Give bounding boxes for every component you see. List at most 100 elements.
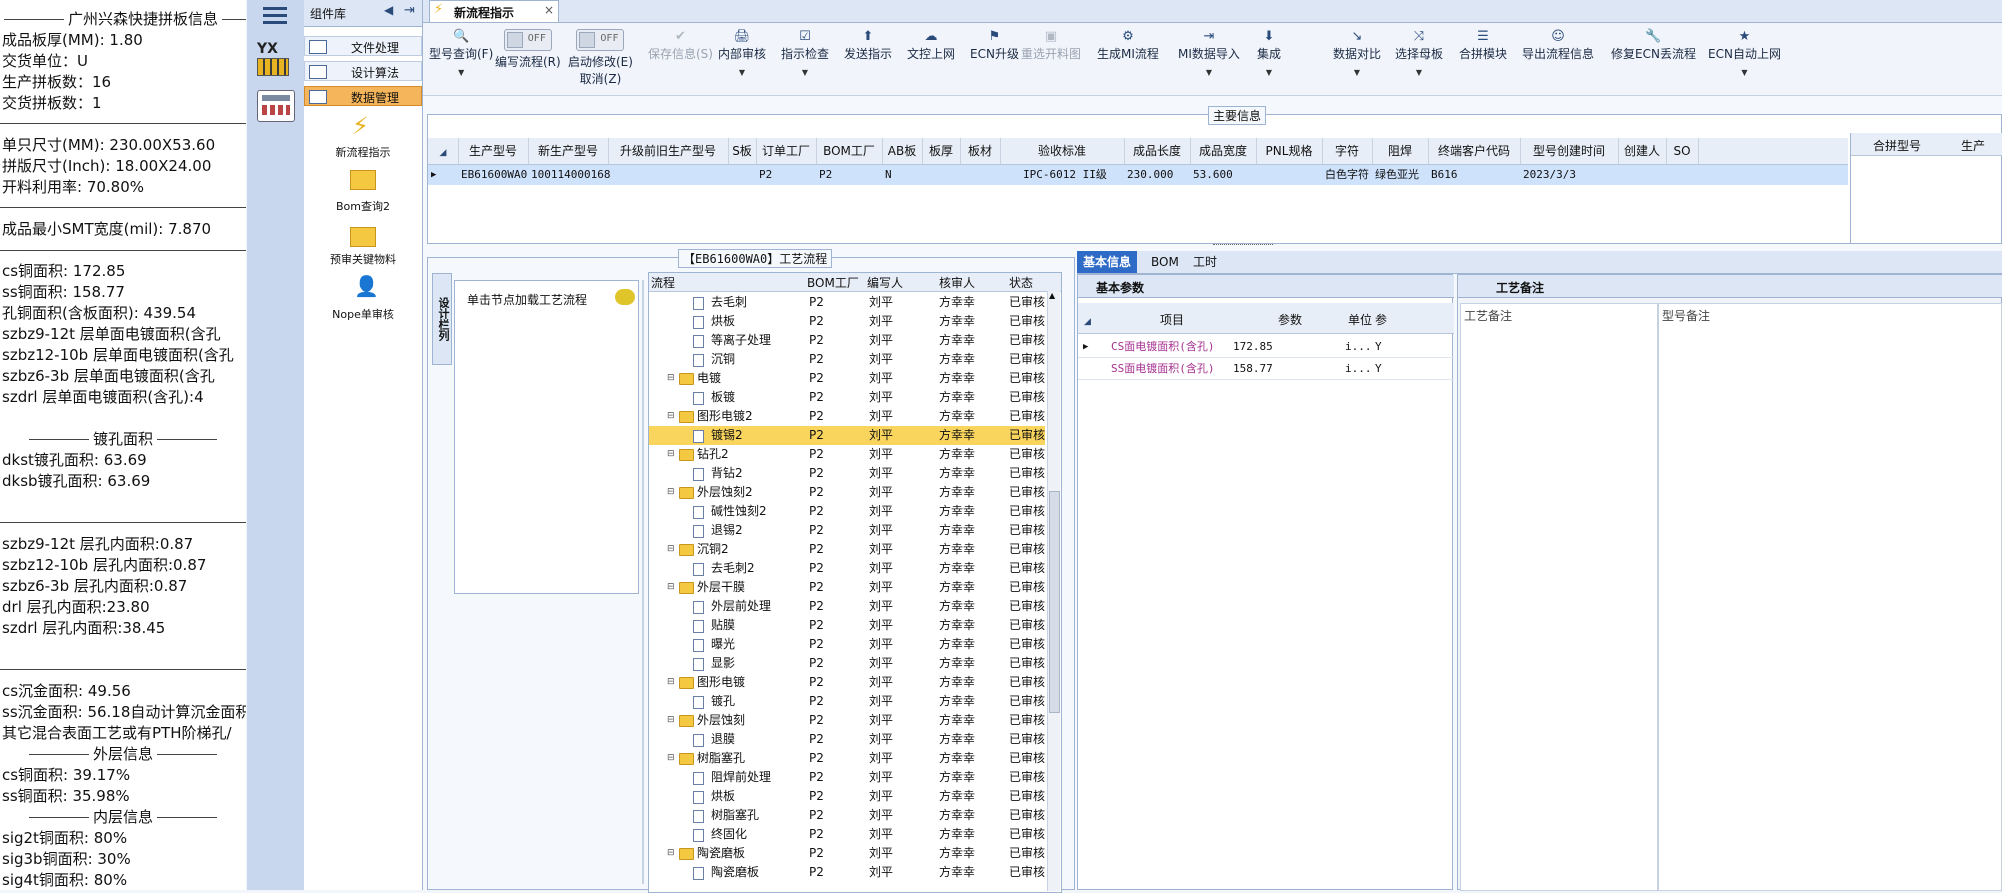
- column-header[interactable]: PNL规格: [1256, 138, 1323, 164]
- tree-row[interactable]: 烘板 P2 刘平 方幸幸 已审核: [649, 787, 1045, 806]
- column-header[interactable]: 板材: [960, 138, 1001, 164]
- splitter[interactable]: [642, 280, 644, 884]
- column-header[interactable]: 项目: [1160, 311, 1184, 328]
- column-header[interactable]: 创建人: [1618, 138, 1667, 164]
- tree-row[interactable]: 去毛刺 P2 刘平 方幸幸 已审核: [649, 293, 1045, 312]
- column-header[interactable]: 字符: [1322, 138, 1373, 164]
- fix-ecn-lost-process-button[interactable]: 🔧 修复ECN丢流程: [1611, 29, 1696, 62]
- table-cell[interactable]: [1666, 165, 1701, 185]
- table-cell[interactable]: [960, 165, 1003, 185]
- table-cell[interactable]: [728, 165, 759, 185]
- column-header[interactable]: 新生产型号: [528, 138, 609, 164]
- table-cell[interactable]: P2: [816, 165, 885, 185]
- model-remark-box[interactable]: 型号备注: [1658, 303, 2002, 891]
- model-query-button[interactable]: 🔍 型号查询(F) ▼: [429, 29, 493, 77]
- column-header[interactable]: SO: [1666, 138, 1699, 164]
- dock-icon[interactable]: ⇥: [404, 3, 415, 18]
- column-header[interactable]: 成品宽度: [1190, 138, 1257, 164]
- table-cell[interactable]: i...: [1342, 359, 1375, 379]
- internal-audit-button[interactable]: 🖨 内部审核 ▼: [718, 29, 766, 77]
- table-cell[interactable]: P2: [756, 165, 819, 185]
- reselect-cutting-chart-button[interactable]: ▣ 重选开料图: [1021, 29, 1081, 62]
- tab-new-process[interactable]: ⚡ 新流程指示 ×: [429, 0, 559, 22]
- table-cell[interactable]: B616: [1428, 165, 1523, 185]
- collapse-icon[interactable]: ⊟: [667, 578, 675, 597]
- vertical-scrollbar[interactable]: ▲: [1047, 291, 1060, 891]
- column-header[interactable]: AB板: [882, 138, 923, 164]
- tab-basic-info[interactable]: 基本信息: [1077, 251, 1138, 273]
- tree-row[interactable]: ⊟ 图形电镀 P2 刘平 方幸幸 已审核: [649, 673, 1045, 692]
- column-header[interactable]: 生产型号: [458, 138, 529, 164]
- table-cell[interactable]: [608, 165, 731, 185]
- column-header[interactable]: 订单工厂: [756, 138, 817, 164]
- collapse-icon[interactable]: ⊟: [667, 749, 675, 768]
- merge-module-button[interactable]: ☰ 合拼模块: [1459, 29, 1507, 62]
- collapse-icon[interactable]: ⊟: [667, 540, 675, 559]
- collapse-icon[interactable]: ⊟: [667, 407, 675, 426]
- item-new-process[interactable]: ⚡ 新流程指示: [304, 110, 422, 160]
- table-cell[interactable]: N: [882, 165, 925, 185]
- tree-row[interactable]: 退锡2 P2 刘平 方幸幸 已审核: [649, 521, 1045, 540]
- tree-row[interactable]: ⊟ 钻孔2 P2 刘平 方幸幸 已审核: [649, 445, 1045, 464]
- table-cell[interactable]: [922, 165, 963, 185]
- mi-data-import-button[interactable]: ⇥ MI数据导入 ▼: [1178, 29, 1240, 77]
- tree-row[interactable]: 阻焊前处理 P2 刘平 方幸幸 已审核: [649, 768, 1045, 787]
- table-cell[interactable]: 172.85: [1230, 337, 1343, 357]
- tree-row[interactable]: ⊟ 外层蚀刻2 P2 刘平 方幸幸 已审核: [649, 483, 1045, 502]
- tree-row[interactable]: 终固化 P2 刘平 方幸幸 已审核: [649, 825, 1045, 844]
- section-data-management[interactable]: 数据管理: [304, 86, 422, 106]
- tree-row[interactable]: 烘板 P2 刘平 方幸幸 已审核: [649, 312, 1045, 331]
- column-header[interactable]: 生产: [1961, 137, 1985, 154]
- section-design-algorithm[interactable]: 设计算法: [304, 61, 422, 81]
- scroll-up-icon[interactable]: ▲: [1049, 291, 1059, 301]
- table-cell[interactable]: 158.77: [1230, 359, 1343, 379]
- tree-row[interactable]: 镀孔 P2 刘平 方幸幸 已审核: [649, 692, 1045, 711]
- side-tab-design[interactable]: 设计栏列: [432, 273, 452, 365]
- table-cell[interactable]: Y: [1372, 337, 1395, 357]
- item-nope-audit[interactable]: 👤 Nope单审核: [304, 274, 422, 324]
- tree-row[interactable]: 背钻2 P2 刘平 方幸幸 已审核: [649, 464, 1045, 483]
- cancel-label[interactable]: 取消(Z): [580, 72, 622, 86]
- tree-row[interactable]: ⊟ 陶瓷磨板 P2 刘平 方幸幸 已审核: [649, 844, 1045, 863]
- tree-row[interactable]: ⊟ 树脂塞孔 P2 刘平 方幸幸 已审核: [649, 749, 1045, 768]
- item-preaudit-material[interactable]: 预审关键物料: [304, 225, 422, 275]
- table-cell[interactable]: 53.600: [1190, 165, 1259, 185]
- integrate-button[interactable]: ⬇ 集成 ▼: [1257, 29, 1281, 77]
- table-cell[interactable]: 2023/3/3: [1520, 165, 1621, 185]
- tree-row[interactable]: 沉铜 P2 刘平 方幸幸 已审核: [649, 350, 1045, 369]
- tree-row[interactable]: 板镀 P2 刘平 方幸幸 已审核: [649, 388, 1045, 407]
- column-header[interactable]: BOM工厂: [816, 138, 883, 164]
- doc-control-online-button[interactable]: ☁ 文控上网: [907, 29, 955, 62]
- tree-row[interactable]: 去毛刺2 P2 刘平 方幸幸 已审核: [649, 559, 1045, 578]
- tab-bom[interactable]: BOM: [1145, 251, 1185, 273]
- generate-mi-process-button[interactable]: ⚙ 生成MI流程: [1097, 29, 1159, 62]
- process-remark-box[interactable]: 工艺备注: [1460, 303, 1658, 891]
- collapse-icon[interactable]: ⊟: [667, 673, 675, 692]
- calculator-icon[interactable]: [257, 90, 295, 122]
- collapse-icon[interactable]: ⊟: [667, 445, 675, 464]
- column-header[interactable]: 终端客户代码: [1428, 138, 1521, 164]
- export-process-info-button[interactable]: ☺ 导出流程信息: [1522, 29, 1594, 62]
- table-cell[interactable]: 230.000: [1124, 165, 1193, 185]
- hamburger-menu-icon[interactable]: [263, 4, 287, 26]
- collapse-icon[interactable]: ⊟: [667, 369, 675, 388]
- column-header[interactable]: 验收标准: [1000, 138, 1125, 164]
- tree-row[interactable]: ⊟ 沉铜2 P2 刘平 方幸幸 已审核: [649, 540, 1045, 559]
- tree-row[interactable]: 曝光 P2 刘平 方幸幸 已审核: [649, 635, 1045, 654]
- table-cell[interactable]: [1256, 165, 1325, 185]
- select-master-board-button[interactable]: ⤨ 选择母板 ▼: [1395, 29, 1443, 77]
- column-header[interactable]: 参数: [1278, 311, 1302, 328]
- table-cell[interactable]: Y: [1372, 359, 1395, 379]
- collapse-icon[interactable]: ⊟: [667, 483, 675, 502]
- tree-row[interactable]: ⊟ 图形电镀2 P2 刘平 方幸幸 已审核: [649, 407, 1045, 426]
- tree-row[interactable]: 贴膜 P2 刘平 方幸幸 已审核: [649, 616, 1045, 635]
- table-cell[interactable]: 白色字符: [1322, 165, 1375, 185]
- tab-work-hours[interactable]: 工时: [1187, 251, 1223, 273]
- section-file-processing[interactable]: 文件处理: [304, 36, 422, 56]
- table-cell[interactable]: CS面电镀面积(含孔): [1108, 337, 1231, 357]
- tree-row[interactable]: 镀锡2 P2 刘平 方幸幸 已审核: [649, 426, 1045, 445]
- instruction-check-button[interactable]: ☑ 指示检查 ▼: [781, 29, 829, 77]
- yx-logo-icon[interactable]: YX: [257, 42, 293, 76]
- column-header[interactable]: 参: [1375, 311, 1387, 328]
- table-cell[interactable]: SS面电镀面积(含孔): [1108, 359, 1231, 379]
